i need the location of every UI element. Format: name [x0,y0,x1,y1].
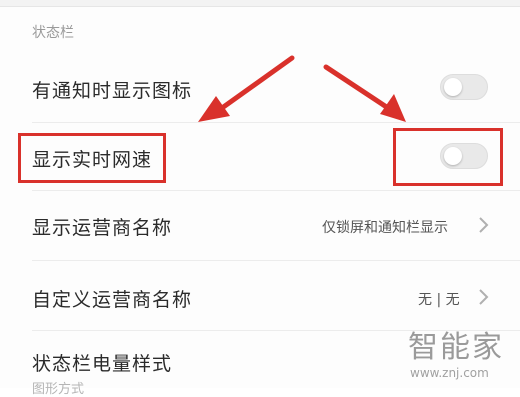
setting-row-notification-icons[interactable]: 有通知时显示图标 [0,56,520,120]
setting-label: 显示运营商名称 [32,217,173,239]
setting-label: 自定义运营商名称 [32,289,193,311]
annotation-box-label [18,133,166,183]
settings-page: 状态栏 有通知时显示图标 显示实时网速 显示运营商名称 仅锁屏和通知栏显示 自定… [0,0,520,397]
toggle-knob [444,78,462,96]
chevron-right-icon [479,217,489,233]
annotation-box-toggle [393,128,503,186]
watermark-url: www.znj.com [410,366,489,380]
setting-row-carrier-name[interactable]: 显示运营商名称 仅锁屏和通知栏显示 [0,191,520,259]
chevron-right-icon [479,289,489,305]
setting-label: 有通知时显示图标 [32,80,193,102]
carrier-name-value: 仅锁屏和通知栏显示 [322,220,448,236]
watermark: 智能家 www.znj.com [408,322,518,386]
section-header: 状态栏 [32,25,74,41]
watermark-title: 智能家 [408,330,504,365]
setting-label: 状态栏电量样式 [32,353,173,375]
top-divider [0,0,520,7]
custom-carrier-value: 无 | 无 [418,292,460,308]
setting-row-custom-carrier[interactable]: 自定义运营商名称 无 | 无 [0,261,520,329]
notification-icons-toggle[interactable] [440,74,488,100]
